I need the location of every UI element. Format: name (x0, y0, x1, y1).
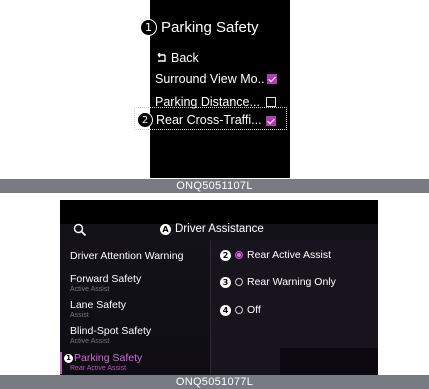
callout-marker-a: A (160, 223, 171, 235)
screen-title: A Driver Assistance (160, 223, 264, 235)
option-label: Rear Warning Only (247, 276, 336, 288)
list-item-forward-safety[interactable]: Forward Safety Active Assist (70, 273, 141, 293)
callout-marker-2: 2 (220, 249, 231, 261)
checkbox-surround-view[interactable] (267, 74, 277, 84)
list-item-sublabel: Active Assist (70, 286, 110, 293)
screen-title-label: Driver Assistance (175, 223, 264, 235)
callout-marker-2: 2 (137, 112, 153, 128)
checkbox-parking-distance[interactable] (266, 97, 276, 107)
top-title: 1 Parking Safety (140, 19, 259, 36)
option-label: Off (247, 304, 261, 316)
callout-marker-4: 4 (220, 304, 231, 316)
list-item-label: Driver Attention Warning (70, 250, 184, 262)
list-item-label: Lane Safety (70, 299, 127, 311)
checkbox-rear-cross-traffic[interactable] (266, 116, 276, 126)
menu-item-surround-view[interactable]: Surround View Mo.. (155, 72, 265, 86)
list-item-label: Forward Safety (70, 273, 142, 285)
option-rear-warning-only[interactable]: 3 Rear Warning Only (220, 276, 336, 288)
list-item-label: Blind-Spot Safety (70, 325, 152, 337)
divider (210, 240, 211, 376)
list-item-sublabel: Assist (70, 312, 89, 319)
list-item-parking-safety[interactable]: 1 Parking Safety Rear Active Assist (64, 352, 142, 372)
option-label: Rear Active Assist (247, 249, 332, 261)
search-icon[interactable] (73, 223, 87, 237)
callout-marker-3: 3 (220, 276, 231, 288)
list-item-sublabel: Active Assist (70, 338, 110, 345)
radio-button-icon[interactable] (235, 278, 243, 286)
radio-button-icon[interactable] (235, 251, 243, 259)
selection-indicator (60, 352, 62, 374)
caption-top: ONQ5051107L (0, 179, 429, 193)
back-label: Back (171, 51, 199, 65)
page-title: Parking Safety (161, 19, 259, 36)
list-item-driver-attention[interactable]: Driver Attention Warning (70, 250, 183, 262)
option-off[interactable]: 4 Off (220, 304, 261, 316)
back-button[interactable]: Back (155, 51, 199, 65)
status-bar (60, 200, 378, 224)
list-item-lane-safety[interactable]: Lane Safety Assist (70, 299, 126, 319)
menu-item-label: Surround View Mo.. (155, 72, 265, 86)
panel-footer (280, 348, 378, 376)
callout-marker-1: 1 (64, 353, 73, 363)
callout-marker-1: 1 (140, 19, 157, 36)
back-arrow-icon (157, 53, 166, 62)
list-item-label: Parking Safety (74, 352, 143, 364)
caption-bottom: ONQ5051077L (0, 375, 429, 389)
bottom-screen: A Driver Assistance Driver Attention War… (60, 200, 378, 376)
list-item-blind-spot[interactable]: Blind-Spot Safety Active Assist (70, 325, 151, 345)
list-item-sublabel: Rear Active Assist (70, 365, 127, 372)
menu-item-label: Rear Cross-Traffi... (156, 113, 262, 127)
menu-item-rear-cross-traffic[interactable]: 2 Rear Cross-Traffi... (137, 112, 262, 128)
radio-button-icon[interactable] (235, 306, 243, 314)
option-rear-active-assist[interactable]: 2 Rear Active Assist (220, 249, 331, 261)
